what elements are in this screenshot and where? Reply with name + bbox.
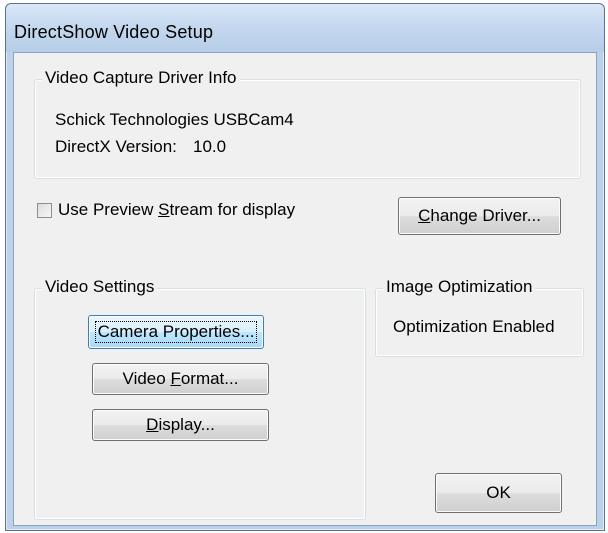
preview-stream-checkbox-row[interactable]: Use Preview Stream for display [37,200,295,220]
image-optimization-group-label: Image Optimization [383,277,536,297]
driver-name-text: Schick Technologies USBCam4 [55,110,294,129]
dialog-client-area: Video Capture Driver Info Schick Technol… [13,52,597,526]
video-settings-group-label: Video Settings [42,277,158,297]
change-driver-button[interactable]: Change Driver... [398,197,561,235]
title-bar[interactable]: DirectShow Video Setup [6,4,604,52]
ok-button[interactable]: OK [435,473,562,513]
preview-stream-checkbox[interactable] [37,202,52,218]
display-button[interactable]: Display... [92,409,269,441]
directx-version-label: DirectX Version: [55,137,177,156]
preview-stream-label: Use Preview Stream for display [58,200,296,219]
camera-properties-button[interactable]: Camera Properties... [88,315,264,349]
ok-button-label: OK [486,483,511,502]
video-format-button[interactable]: Video Format... [92,363,269,395]
window-title: DirectShow Video Setup [14,22,214,42]
image-optimization-group: Image Optimization Optimization Enabled [375,277,584,357]
dialog-window: DirectShow Video Setup Video Capture Dri… [5,3,605,531]
camera-properties-label: Camera Properties... [94,321,258,343]
driver-info-group: Video Capture Driver Info Schick Technol… [34,68,581,179]
driver-info-group-label: Video Capture Driver Info [42,68,240,88]
directx-version-value: 10.0 [193,137,227,156]
optimization-status-text: Optimization Enabled [393,317,555,336]
